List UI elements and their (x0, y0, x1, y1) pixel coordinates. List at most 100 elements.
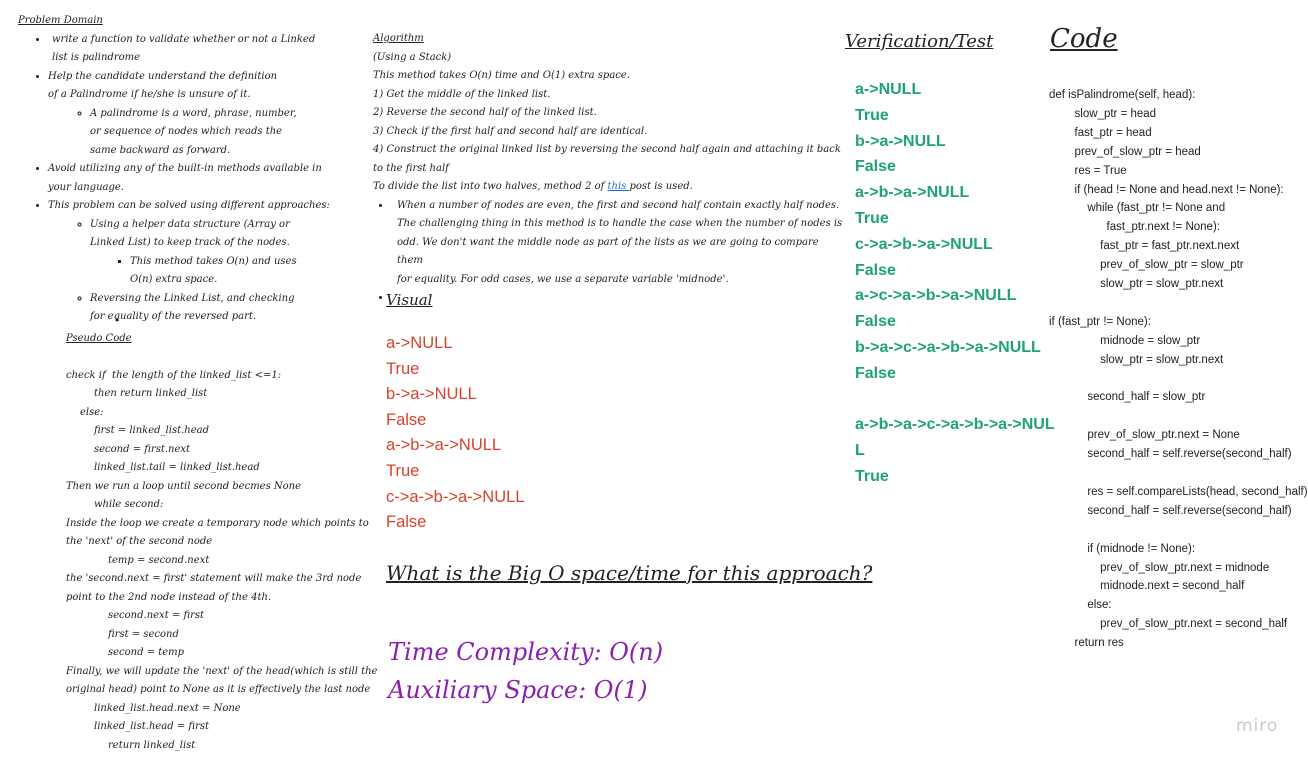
pseudo-line: the 'second.next = first' statement will… (66, 573, 362, 584)
visual-line: c->a->b->a->NULL (386, 487, 525, 506)
note-line: The challenging thing in this method is … (397, 218, 843, 229)
pseudo-line: linked_list.head = first (94, 721, 209, 732)
pseudo-line: else: (80, 406, 104, 418)
miro-logo: miro (1236, 716, 1279, 736)
visual-title: Visual (386, 291, 433, 309)
problem-bullet: write a function to validate whether or … (48, 31, 322, 68)
code-line: prev_of_slow_ptr = head (1049, 145, 1201, 158)
verification-line: a->c->a->b->a->NULL (855, 287, 1017, 305)
pseudo-line: original head) point to None as it is ef… (66, 684, 371, 695)
verification-line: a->b->a->c->a->b->a->NUL (855, 416, 1055, 433)
pseudo-line: Finally, we will update the 'next' of th… (66, 665, 378, 677)
algorithm-section: Algorithm (Using a Stack) This method tak… (373, 30, 843, 308)
code-line: second_half = slow_ptr (1049, 391, 1206, 404)
pseudo-line: check if the length of the linked_list <… (66, 369, 282, 381)
code-line: res = True (1049, 164, 1127, 177)
code-line: midnode.next = second_half (1049, 580, 1245, 593)
pseudo-line: while second: (94, 499, 164, 510)
verification-line: False (855, 261, 896, 279)
pseudo-line: Inside the loop we create a temporary no… (66, 517, 369, 529)
pseudo-line: temp = second.next (108, 554, 210, 566)
time-complexity: Time Complexity: O(n) (388, 638, 664, 666)
algorithm-line: to the first half (373, 162, 449, 174)
problem-bullet: Avoid utilizing any of the built-in meth… (48, 160, 328, 197)
algorithm-title: Algorithm (373, 33, 424, 44)
visual-line: a->NULL (386, 334, 453, 352)
code-line: return res (1049, 637, 1124, 650)
algorithm-line: 3) Check if the first half and second ha… (373, 125, 648, 137)
problem-domain-title: Problem Domain (18, 15, 103, 26)
algorithm-line: 1) Get the middle of the linked list. (373, 88, 551, 100)
verification-line: True (855, 467, 889, 485)
code-line: while (fast_ptr != None and (1049, 202, 1226, 215)
midnode-explanation: When a number of nodes are even, the fir… (391, 197, 843, 290)
pseudo-code-section: Pseudo Code check if the length of the l… (66, 330, 378, 756)
approach-item: Reversing the Linked List, and checking … (90, 290, 300, 327)
pseudo-line: first = linked_list.head (94, 425, 209, 436)
code-block: def isPalindrome(self, head): slow_ptr =… (1049, 86, 1308, 653)
pseudo-line: point to the 2nd node instead of the 4th… (66, 591, 272, 603)
code-line: slow_ptr = head (1049, 107, 1157, 120)
algorithm-line: This method takes O(n) time and O(1) ext… (373, 70, 630, 81)
divide-note: To divide the list into two halves, meth… (373, 181, 693, 192)
code-line: slow_ptr = slow_ptr.next (1049, 278, 1224, 291)
pseudo-line: first = second (108, 628, 179, 640)
verification-line: c->a->b->a->NULL (855, 235, 993, 253)
code-line: else: (1049, 599, 1112, 612)
algorithm-steps: (Using a Stack) This method takes O(n) ti… (373, 49, 843, 179)
approach-item: Using a helper data structure (Array or … (90, 216, 315, 290)
problem-bullet: This problem can be solved using differe… (48, 197, 338, 327)
pseudo-line: the 'next' of the second node (66, 536, 213, 547)
visual-examples: a->NULL True b->a->NULL False a->b->a->NULL T… (386, 331, 525, 536)
verification-title: Verification/Test (845, 31, 994, 52)
pseudo-line: second.next = first (108, 610, 205, 621)
code-line: prev_of_slow_ptr.next = second_half (1049, 618, 1288, 631)
this-post-link[interactable]: this (608, 181, 630, 192)
pseudo-code-lines: check if the length of the linked_list <… (66, 367, 378, 756)
code-line: slow_ptr = slow_ptr.next (1049, 353, 1224, 366)
verification-line: False (855, 364, 896, 382)
visual-line: b->a->NULL (386, 385, 477, 404)
visual-line: True (386, 461, 420, 480)
problem-domain-section: Problem Domain write a function to valid… (18, 12, 348, 327)
pseudo-line: second = first.next (94, 443, 191, 455)
visual-line: True (386, 359, 420, 378)
algorithm-line: (Using a Stack) (373, 51, 452, 63)
verification-line: b->a->NULL (855, 132, 946, 150)
code-line: midnode = slow_ptr (1049, 334, 1201, 347)
problem-bullet: Help the candidate understand the defini… (48, 68, 297, 161)
code-line: prev_of_slow_ptr.next = None (1049, 429, 1240, 442)
note-line: When a number of nodes are even, the fir… (397, 199, 840, 211)
palindrome-definition: A palindrome is a word, phrase, number, … (90, 105, 300, 161)
code-title: Code (1050, 24, 1118, 54)
pseudo-line: second = temp (108, 647, 185, 658)
auxiliary-space: Auxiliary Space: O(1) (388, 676, 648, 704)
note-line: for equality. For odd cases, we use a se… (397, 273, 729, 285)
verification-line: L (855, 441, 865, 459)
verification-line: False (855, 313, 896, 331)
algorithm-line: 4) Construct the original linked list by… (373, 144, 841, 155)
code-line: prev_of_slow_ptr.next = midnode (1049, 561, 1270, 574)
algorithm-line: 2) Reverse the second half of the linked… (373, 107, 597, 118)
code-line: second_half = self.reverse(second_half) (1049, 448, 1292, 461)
pseudo-code-title: Pseudo Code (66, 333, 132, 344)
bigo-question: What is the Big O space/time for this ap… (386, 561, 873, 585)
verification-cases: a->NULL True b->a->NULL False a->b->a->NULL T… (855, 77, 1041, 387)
pseudo-line: linked_list.tail = linked_list.head (94, 462, 260, 473)
pseudo-line: then return linked_list (94, 388, 208, 399)
pseudo-line: return linked_list (108, 739, 196, 751)
verification-line: True (855, 106, 889, 124)
code-line: if (midnode != None): (1049, 542, 1196, 555)
code-line: second_half = self.reverse(second_half) (1049, 504, 1292, 517)
approach-note: This method takes O(n) and uses O(n) ext… (130, 253, 320, 290)
note-line: odd. We don't want the middle node as pa… (397, 236, 819, 267)
code-line: if (fast_ptr != None): (1049, 315, 1151, 328)
visual-line: False (386, 513, 427, 532)
empty-bullet (391, 289, 843, 308)
code-line: fast_ptr = fast_ptr.next.next (1049, 240, 1240, 253)
